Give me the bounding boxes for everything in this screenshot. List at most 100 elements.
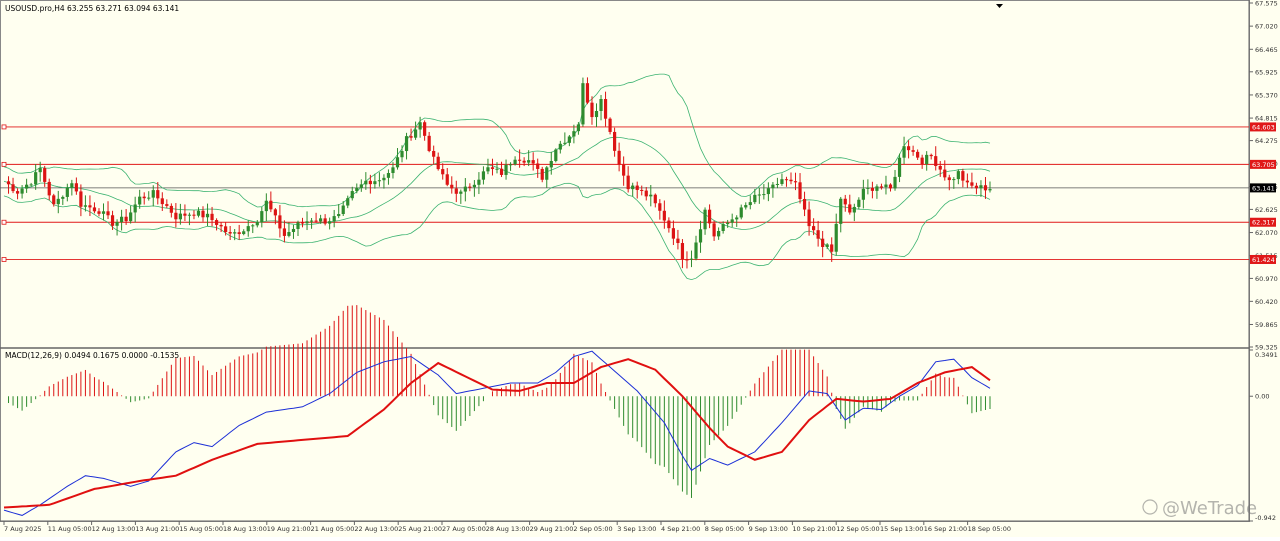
bear-candle bbox=[789, 179, 793, 182]
upper-band bbox=[3, 73, 991, 208]
chart-canvas[interactable]: 67.575 67.020 66.465 65.925 65.370 64.815 64.2… bbox=[0, 0, 1280, 537]
bull-candle bbox=[576, 124, 581, 132]
price-tick-label: 66.465 bbox=[1255, 46, 1278, 54]
bear-candle bbox=[432, 150, 436, 157]
bear-candle bbox=[626, 175, 630, 190]
bear-candle bbox=[219, 224, 223, 227]
current-price-label: 63.141 bbox=[1252, 184, 1275, 192]
bull-candle bbox=[391, 167, 395, 174]
bear-candle bbox=[314, 220, 318, 222]
bull-candle bbox=[61, 196, 65, 199]
bear-candle bbox=[929, 154, 933, 157]
bear-candle bbox=[368, 180, 372, 185]
bull-candle bbox=[545, 167, 549, 180]
bull-candle bbox=[875, 186, 879, 191]
bull-candle bbox=[129, 212, 133, 222]
chart-shift-marker bbox=[996, 4, 1003, 8]
bear-candle bbox=[142, 196, 146, 199]
price-tick-label: 67.575 bbox=[1255, 0, 1278, 8]
bear-candle bbox=[667, 220, 671, 229]
bear-candle bbox=[97, 211, 101, 214]
bear-candle bbox=[106, 211, 110, 216]
time-tick-label: 29 Aug 21:00 bbox=[530, 525, 574, 533]
bull-candle bbox=[264, 200, 268, 212]
time-tick-label: 13 Aug 21:00 bbox=[135, 525, 179, 533]
bull-candle bbox=[373, 181, 377, 185]
time-tick-label: 11 Aug 05:00 bbox=[48, 525, 92, 533]
bull-candle bbox=[260, 211, 264, 223]
bull-candle bbox=[38, 168, 42, 173]
time-tick-label: 28 Aug 13:00 bbox=[486, 525, 530, 533]
bear-candle bbox=[911, 150, 915, 152]
bull-candle bbox=[246, 226, 250, 232]
lower-band bbox=[3, 182, 991, 281]
bear-candle bbox=[644, 190, 648, 197]
time-tick-label: 12 Aug 13:00 bbox=[92, 525, 136, 533]
bull-candle bbox=[839, 198, 843, 224]
time-tick-label: 27 Aug 05:00 bbox=[442, 525, 486, 533]
bull-candle bbox=[147, 197, 151, 199]
bull-candle bbox=[925, 154, 929, 164]
bear-candle bbox=[707, 209, 712, 224]
bear-candle bbox=[88, 205, 92, 208]
bull-candle bbox=[196, 210, 201, 216]
bull-candle bbox=[567, 136, 571, 143]
bull-candle bbox=[649, 194, 653, 197]
bull-candle bbox=[594, 110, 599, 118]
bull-candle bbox=[735, 217, 739, 220]
bull-candle bbox=[287, 232, 291, 236]
bull-candle bbox=[753, 194, 757, 203]
bear-candle bbox=[183, 213, 187, 216]
time-tick-label: 3 Sep 13:00 bbox=[617, 525, 656, 533]
bear-candle bbox=[237, 232, 241, 235]
bear-candle bbox=[653, 194, 657, 204]
horizontal-levels bbox=[0, 124, 1249, 262]
bull-candle bbox=[337, 214, 341, 217]
bear-candle bbox=[848, 204, 852, 213]
bull-candle bbox=[979, 185, 983, 189]
bear-candle bbox=[92, 207, 97, 212]
bear-candle bbox=[427, 135, 431, 151]
bear-candle bbox=[518, 159, 522, 161]
bull-candle bbox=[418, 122, 422, 130]
bear-candle bbox=[210, 213, 214, 221]
bull-candle bbox=[766, 188, 770, 195]
bull-candle bbox=[504, 164, 508, 175]
bull-candle bbox=[56, 198, 60, 205]
bear-candle bbox=[278, 215, 282, 229]
bear-candle bbox=[843, 198, 847, 205]
bull-candle bbox=[703, 209, 707, 230]
bear-candle bbox=[450, 184, 454, 189]
time-tick-label: 10 Sep 21:00 bbox=[792, 525, 835, 533]
bull-candle bbox=[572, 131, 576, 137]
bull-candle bbox=[852, 206, 856, 213]
chart-frame bbox=[0, 0, 1250, 522]
chart-window[interactable]: 67.575 67.020 66.465 65.925 65.370 64.815 64.2… bbox=[0, 0, 1280, 537]
bear-candle bbox=[74, 183, 78, 192]
bear-candle bbox=[671, 228, 675, 239]
bear-candle bbox=[608, 118, 612, 132]
bull-candle bbox=[233, 232, 237, 234]
bear-candle bbox=[47, 181, 51, 196]
bear-candle bbox=[445, 174, 449, 185]
price-tick-label: 64.275 bbox=[1255, 137, 1278, 145]
time-tick-label: 19 Aug 21:00 bbox=[267, 525, 311, 533]
time-tick-label: 4 Sep 21:00 bbox=[661, 525, 700, 533]
bull-candle bbox=[956, 171, 960, 180]
macd-tick-label: 0.3491 bbox=[1255, 351, 1278, 359]
bear-candle bbox=[156, 190, 160, 199]
time-tick-label: 15 Sep 13:00 bbox=[880, 525, 923, 533]
candlestick-series bbox=[6, 77, 992, 269]
bull-candle bbox=[404, 136, 409, 152]
macd-line bbox=[3, 350, 991, 516]
bear-candle bbox=[635, 185, 639, 190]
bear-candle bbox=[441, 169, 445, 175]
time-tick-label: 8 Sep 05:00 bbox=[705, 525, 744, 533]
bull-candle bbox=[133, 204, 137, 213]
bull-candle bbox=[413, 129, 418, 138]
bear-candle bbox=[169, 205, 173, 213]
level-price-label: 61.424 bbox=[1252, 256, 1275, 264]
bull-candle bbox=[771, 184, 775, 189]
level-anchor bbox=[1, 219, 7, 225]
bear-candle bbox=[160, 198, 164, 205]
